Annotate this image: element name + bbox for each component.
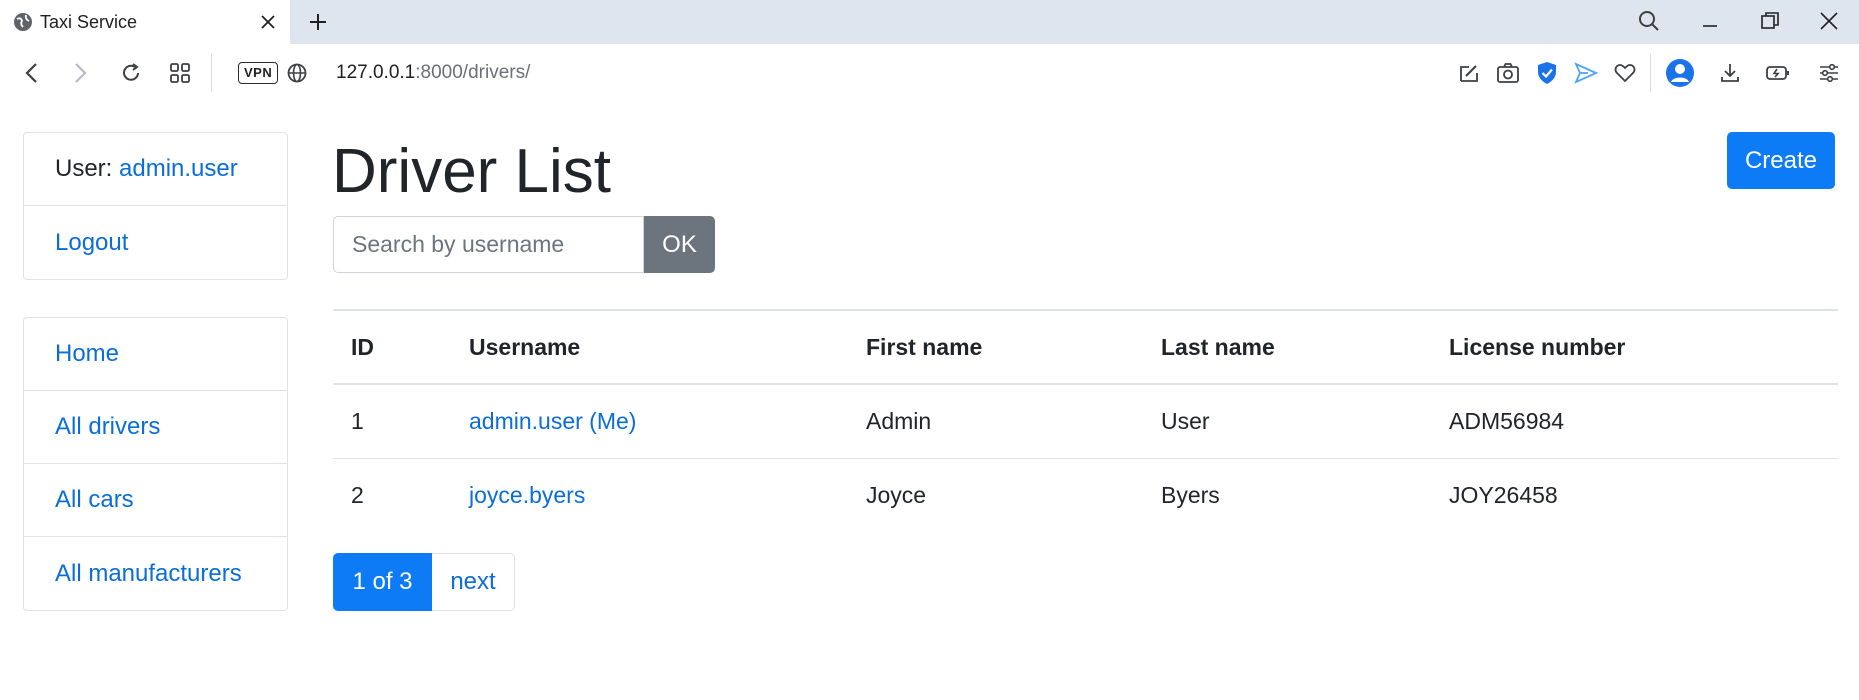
all-drivers-link[interactable]: All drivers [55, 413, 160, 441]
site-globe-icon [12, 11, 34, 33]
driver-license-cell: ADM56984 [1449, 407, 1565, 434]
user-panel: User: admin.user Logout [23, 132, 288, 280]
battery-saver-icon[interactable] [1764, 59, 1792, 87]
column-header-last-name: Last name [1143, 309, 1431, 385]
driver-username-cell: joyce.byers [451, 457, 848, 532]
sidebar-item-all-manufacturers[interactable]: All manufacturers [24, 537, 287, 610]
snapshot-camera-icon[interactable] [1494, 59, 1522, 87]
tab-close-icon[interactable] [256, 10, 280, 34]
browser-tab[interactable]: Taxi Service [0, 0, 290, 44]
speed-dial-icon[interactable] [166, 59, 194, 87]
favorites-heart-icon[interactable] [1611, 59, 1639, 87]
driver-id-cell: 1 [351, 407, 364, 434]
browser-toolbar: VPN 127.0.0.1:8000/drivers/ [0, 44, 1859, 102]
new-tab-icon[interactable] [304, 8, 332, 36]
browser-tab-strip: Taxi Service [0, 0, 1859, 44]
search-submit-button[interactable]: OK [644, 216, 715, 273]
url-path: :8000/drivers/ [415, 62, 531, 83]
vpn-badge[interactable]: VPN [238, 62, 279, 84]
all-cars-link[interactable]: All cars [55, 486, 134, 514]
search-input[interactable] [333, 216, 644, 273]
table-row: 1 admin.user (Me) Admin User ADM56984 [333, 384, 1838, 458]
sidebar-item-all-drivers[interactable]: All drivers [24, 391, 287, 464]
easy-setup-sliders-icon[interactable] [1815, 59, 1843, 87]
sidebar-nav: Home All drivers All cars All manufactur… [23, 317, 288, 611]
driver-username-link[interactable]: joyce.byers [469, 482, 585, 508]
current-user-item: User: admin.user [24, 133, 287, 206]
page-title: Driver List [332, 137, 612, 206]
user-profile-link[interactable]: admin.user [119, 155, 238, 183]
sidebar-item-home[interactable]: Home [24, 318, 287, 391]
toolbar-divider [211, 54, 212, 92]
driver-first-name-cell: Joyce [848, 457, 1143, 532]
table-row: 2 joyce.byers Joyce Byers JOY26458 [333, 457, 1838, 532]
column-header-id: ID [333, 309, 451, 385]
driver-username-link[interactable]: admin.user (Me) [469, 408, 636, 434]
driver-id-cell: 2 [333, 457, 451, 532]
send-arrow-icon[interactable] [1572, 59, 1600, 87]
create-button[interactable]: Create [1727, 132, 1835, 189]
drivers-table: ID Username First name Last name License… [333, 309, 1838, 532]
pagination: 1 of 3 next [333, 553, 515, 611]
forward-icon[interactable] [66, 59, 94, 87]
all-manufacturers-link[interactable]: All manufacturers [55, 560, 242, 588]
toolbar-divider [1650, 54, 1651, 92]
logout-link[interactable]: Logout [55, 229, 128, 257]
window-close-icon[interactable] [1812, 6, 1846, 36]
url-host: 127.0.0.1 [336, 62, 416, 83]
next-page-link[interactable]: next [432, 553, 515, 611]
current-page-indicator: 1 of 3 [333, 553, 432, 611]
driver-username-cell: admin.user (Me) [451, 384, 848, 458]
column-header-first-name: First name [848, 309, 1143, 385]
sidebar-item-all-cars[interactable]: All cars [24, 464, 287, 537]
profile-avatar-icon[interactable] [1665, 58, 1695, 88]
ad-blocker-shield-icon[interactable] [1533, 59, 1561, 87]
tab-search-icon[interactable] [1632, 6, 1666, 36]
restore-icon[interactable] [1753, 6, 1787, 36]
downloads-icon[interactable] [1716, 59, 1744, 87]
column-header-license-number: License number [1431, 309, 1838, 385]
driver-license-cell: JOY26458 [1431, 457, 1838, 532]
column-header-username: Username [451, 309, 848, 385]
driver-last-name-cell: User [1161, 407, 1210, 434]
site-info-globe-icon[interactable] [283, 59, 311, 87]
minimize-icon[interactable] [1693, 6, 1727, 36]
table-header-row: ID Username First name Last name License… [333, 309, 1838, 385]
driver-first-name-cell: Admin [866, 407, 932, 434]
home-link[interactable]: Home [55, 340, 119, 368]
driver-last-name-cell: Byers [1143, 457, 1431, 532]
logout-item[interactable]: Logout [24, 206, 287, 279]
easy-setup-icon[interactable] [1455, 59, 1483, 87]
address-bar[interactable]: 127.0.0.1:8000/drivers/ [336, 60, 530, 86]
back-icon[interactable] [18, 59, 46, 87]
reload-icon[interactable] [117, 59, 145, 87]
user-label: User: [55, 155, 120, 182]
tab-title: Taxi Service [40, 11, 138, 32]
